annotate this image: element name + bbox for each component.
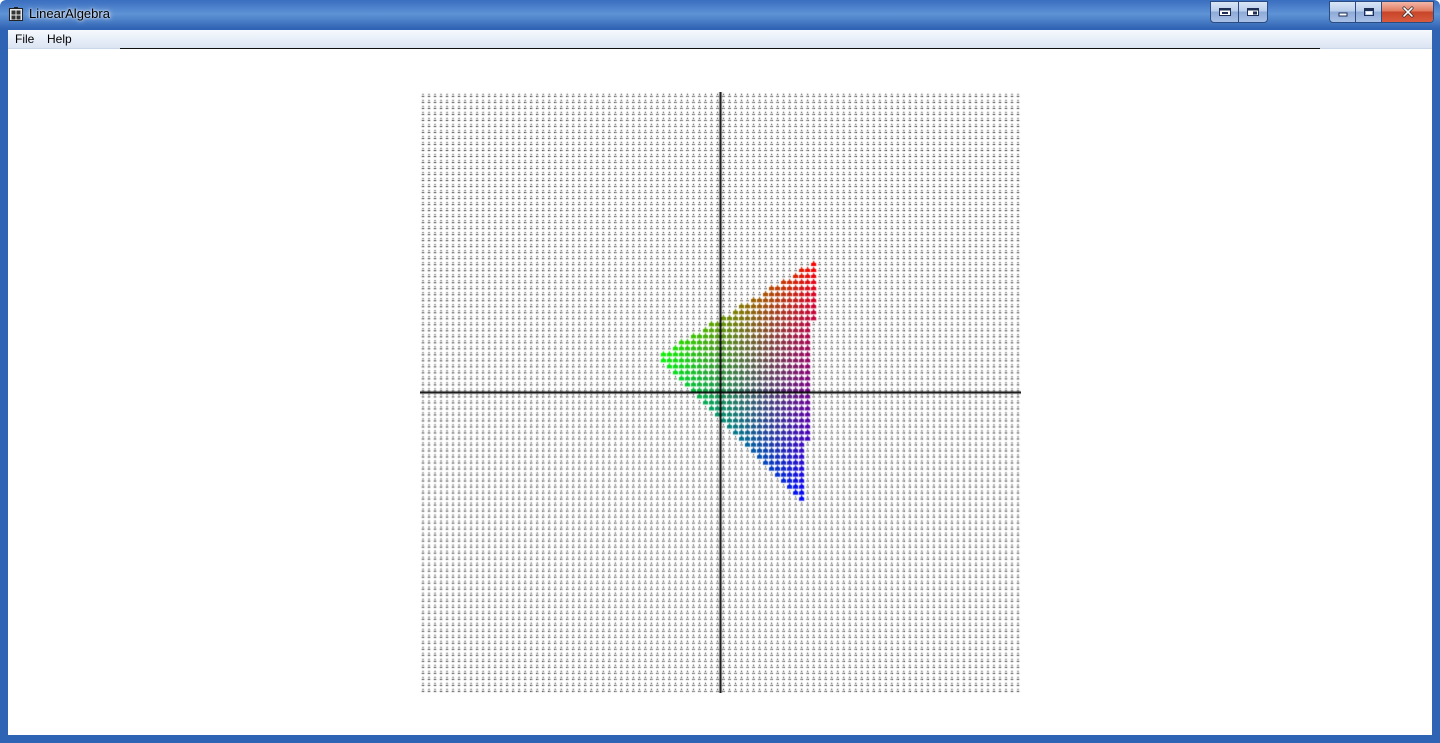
close-icon <box>1402 6 1413 18</box>
minimize-icon <box>1338 12 1347 17</box>
tile-window-icon <box>1247 8 1259 16</box>
title-bar[interactable]: LinearAlgebra <box>0 0 1440 30</box>
transform-canvas[interactable] <box>420 92 1021 693</box>
window-caption-buttons <box>1329 1 1434 23</box>
maximize-button[interactable] <box>1356 2 1382 22</box>
app-grid-icon[interactable] <box>9 7 23 21</box>
menu-help[interactable]: Help <box>45 32 74 46</box>
maximize-icon <box>1363 8 1374 16</box>
close-button[interactable] <box>1382 2 1433 22</box>
minimize-button[interactable] <box>1330 2 1356 22</box>
app-window: LinearAlgebra File Help <box>0 0 1440 743</box>
extra-caption-buttons <box>1210 1 1268 23</box>
restore-window-button[interactable] <box>1211 2 1239 22</box>
restore-window-icon <box>1218 8 1231 16</box>
menu-bar: File Help <box>8 30 1432 49</box>
tile-window-button[interactable] <box>1239 2 1267 22</box>
menu-file[interactable]: File <box>13 32 36 46</box>
window-title: LinearAlgebra <box>29 6 110 21</box>
client-area <box>8 49 1432 735</box>
